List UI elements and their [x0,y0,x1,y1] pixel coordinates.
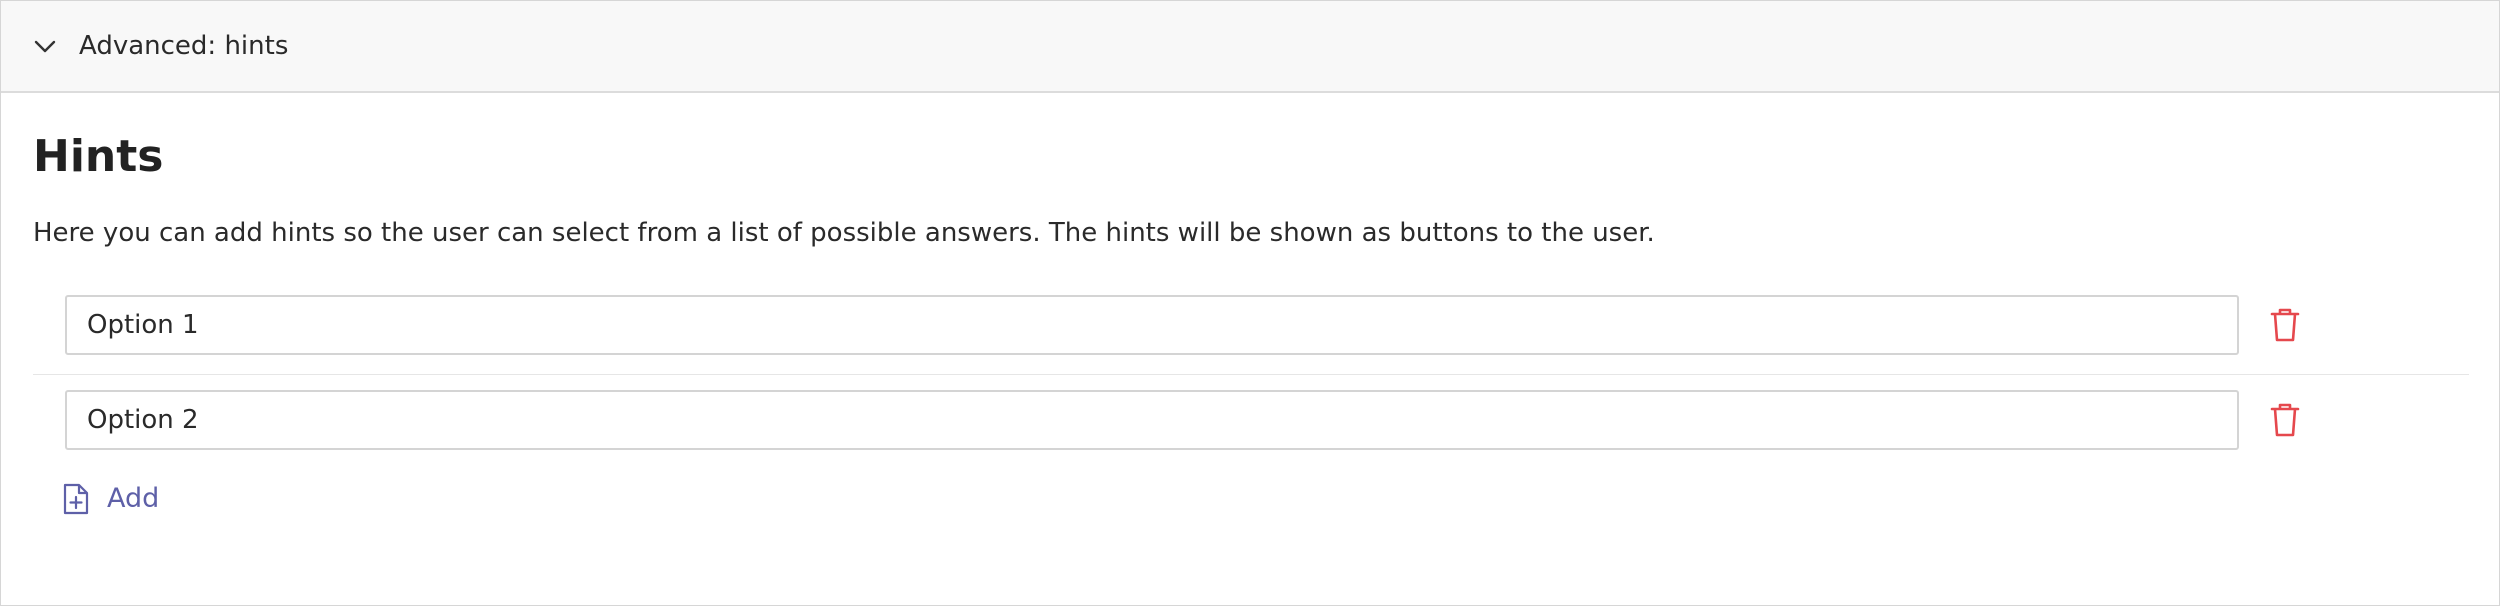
section-description: Here you can add hints so the user can s… [33,218,1655,248]
hint-row [33,279,2469,375]
hint-input[interactable] [65,295,2239,355]
hint-row [33,374,2469,469]
chevron-down-icon[interactable] [31,33,59,61]
page-title: Hints [33,131,164,182]
hint-input[interactable] [65,390,2239,450]
trash-icon[interactable] [2269,402,2301,438]
hints-panel: Advanced: hints Hints Here you can add h… [0,0,2500,606]
panel-header[interactable]: Advanced: hints [1,1,2499,93]
file-plus-icon [63,483,89,515]
add-hint-label: Add [107,483,160,514]
trash-icon[interactable] [2269,307,2301,343]
panel-header-title: Advanced: hints [79,31,289,61]
